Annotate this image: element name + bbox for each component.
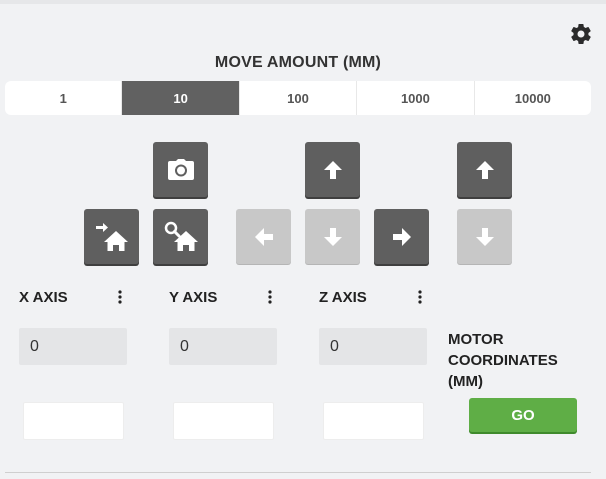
gear-icon[interactable] xyxy=(569,22,593,46)
arrow-right-icon xyxy=(392,227,411,246)
bottom-divider xyxy=(5,472,591,473)
z2-down-button[interactable] xyxy=(457,209,512,264)
top-strip xyxy=(0,0,606,4)
z-up-button[interactable] xyxy=(305,142,360,197)
camera-icon xyxy=(167,158,194,180)
arrow-down-icon xyxy=(475,227,494,246)
x-coordinate-display: 0 xyxy=(19,328,127,365)
y-target-input[interactable] xyxy=(173,402,274,440)
go-home-button[interactable] xyxy=(84,209,139,264)
z-axis-menu-icon[interactable] xyxy=(417,289,423,305)
y-axis-label: Y AXIS xyxy=(169,289,218,306)
z-target-input[interactable] xyxy=(323,402,424,440)
home-arrow-icon xyxy=(95,222,128,251)
arrow-down-icon xyxy=(323,227,342,246)
home-search-icon xyxy=(164,221,198,251)
move-amount-1000[interactable]: 1000 xyxy=(357,81,475,115)
arrow-up-icon xyxy=(475,160,494,179)
y-axis-menu-icon[interactable] xyxy=(267,289,273,305)
z2-up-button[interactable] xyxy=(457,142,512,197)
y-down-button[interactable] xyxy=(305,209,360,264)
move-amount-100[interactable]: 100 xyxy=(240,81,358,115)
arrow-left-icon xyxy=(254,227,273,246)
x-axis-label: X AXIS xyxy=(19,289,68,306)
y-coordinate-display: 0 xyxy=(169,328,277,365)
x-target-input[interactable] xyxy=(23,402,124,440)
find-home-button[interactable] xyxy=(153,209,208,264)
camera-button[interactable] xyxy=(153,142,208,197)
go-button[interactable]: GO xyxy=(469,398,577,432)
x-right-button[interactable] xyxy=(374,209,429,264)
x-left-button[interactable] xyxy=(236,209,291,264)
x-axis-menu-icon[interactable] xyxy=(117,289,123,305)
arrow-up-icon xyxy=(323,160,342,179)
move-amount-1[interactable]: 1 xyxy=(5,81,123,115)
move-amount-10000[interactable]: 10000 xyxy=(475,81,591,115)
z-coordinate-display: 0 xyxy=(319,328,427,365)
move-amount-selector: 1 10 100 1000 10000 xyxy=(5,81,591,115)
move-amount-title: MOVE AMOUNT (MM) xyxy=(214,54,382,71)
move-amount-10[interactable]: 10 xyxy=(122,81,240,115)
z-axis-label: Z AXIS xyxy=(319,289,367,306)
motor-coordinates-label: MOTOR COORDINATES (MM) xyxy=(448,331,558,390)
